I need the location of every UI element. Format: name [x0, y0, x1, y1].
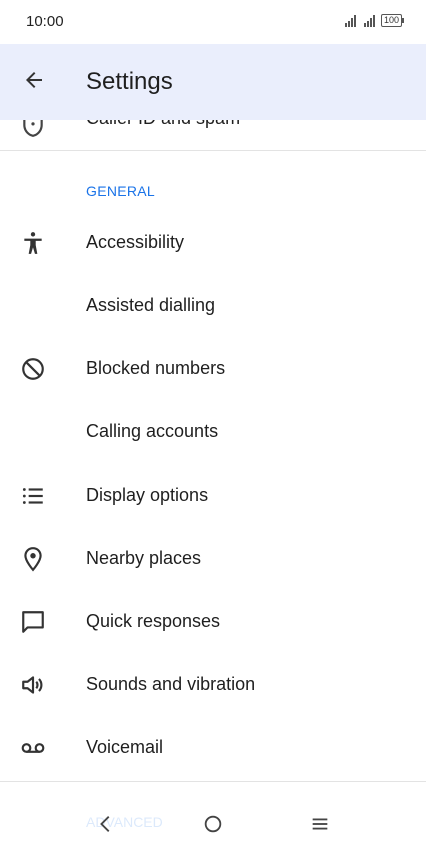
quick-responses-label: Quick responses — [86, 611, 221, 631]
signal-icon-2 — [363, 14, 375, 27]
voicemail-icon — [20, 735, 46, 761]
display-options-label: Display options — [86, 485, 209, 505]
list-icon — [20, 483, 46, 509]
sounds-vibration-label: Sounds and vibration — [86, 674, 256, 694]
menu-icon — [309, 813, 331, 840]
list-item-assisted-dialling[interactable]: Assisted dialling — [0, 275, 426, 337]
calling-accounts-label: Calling accounts — [86, 421, 219, 441]
home-circle-icon — [202, 813, 224, 840]
status-icons: 100 — [344, 14, 405, 27]
assisted-dialling-label: Assisted dialling — [86, 295, 216, 315]
nav-menu-button[interactable] — [300, 806, 340, 846]
list-item-blocked-numbers[interactable]: Blocked numbers — [0, 338, 426, 400]
list-item-voicemail[interactable]: Voicemail — [0, 717, 426, 779]
signal-icon — [344, 14, 356, 27]
list-item-accessibility[interactable]: Accessibility — [0, 212, 426, 274]
settings-list[interactable]: Caller ID and spam GENERAL Accessibility… — [0, 44, 426, 782]
blocked-numbers-label: Blocked numbers — [86, 358, 226, 378]
block-icon — [20, 356, 46, 382]
system-navigation-bar: ADVANCED — [0, 782, 426, 852]
chat-bubble-icon — [20, 609, 46, 635]
list-item-sounds-vibration[interactable]: Sounds and vibration — [0, 654, 426, 716]
arrow-back-icon — [22, 68, 46, 97]
battery-icon: 100 — [380, 14, 405, 27]
status-bar: 10:00 100 — [0, 0, 426, 44]
list-item-display-options[interactable]: Display options — [0, 465, 426, 527]
status-time: 10:00 — [26, 13, 64, 30]
back-button[interactable] — [12, 60, 56, 104]
voicemail-label: Voicemail — [86, 737, 164, 757]
page-title: Settings — [86, 68, 173, 95]
list-item-calling-accounts[interactable]: Calling accounts — [0, 401, 426, 463]
divider — [0, 150, 426, 151]
nearby-places-label: Nearby places — [86, 548, 202, 568]
chevron-left-icon — [95, 813, 117, 840]
list-item-nearby-places[interactable]: Nearby places — [0, 528, 426, 590]
nav-back-button[interactable] — [86, 806, 126, 846]
list-item-quick-responses[interactable]: Quick responses — [0, 591, 426, 653]
speaker-icon — [20, 672, 46, 698]
accessibility-label: Accessibility — [86, 232, 185, 252]
section-header-general: GENERAL — [86, 183, 156, 199]
accessibility-icon — [20, 230, 46, 256]
app-bar: Settings — [0, 44, 426, 120]
location-pin-icon — [20, 546, 46, 572]
nav-home-button[interactable] — [193, 806, 233, 846]
